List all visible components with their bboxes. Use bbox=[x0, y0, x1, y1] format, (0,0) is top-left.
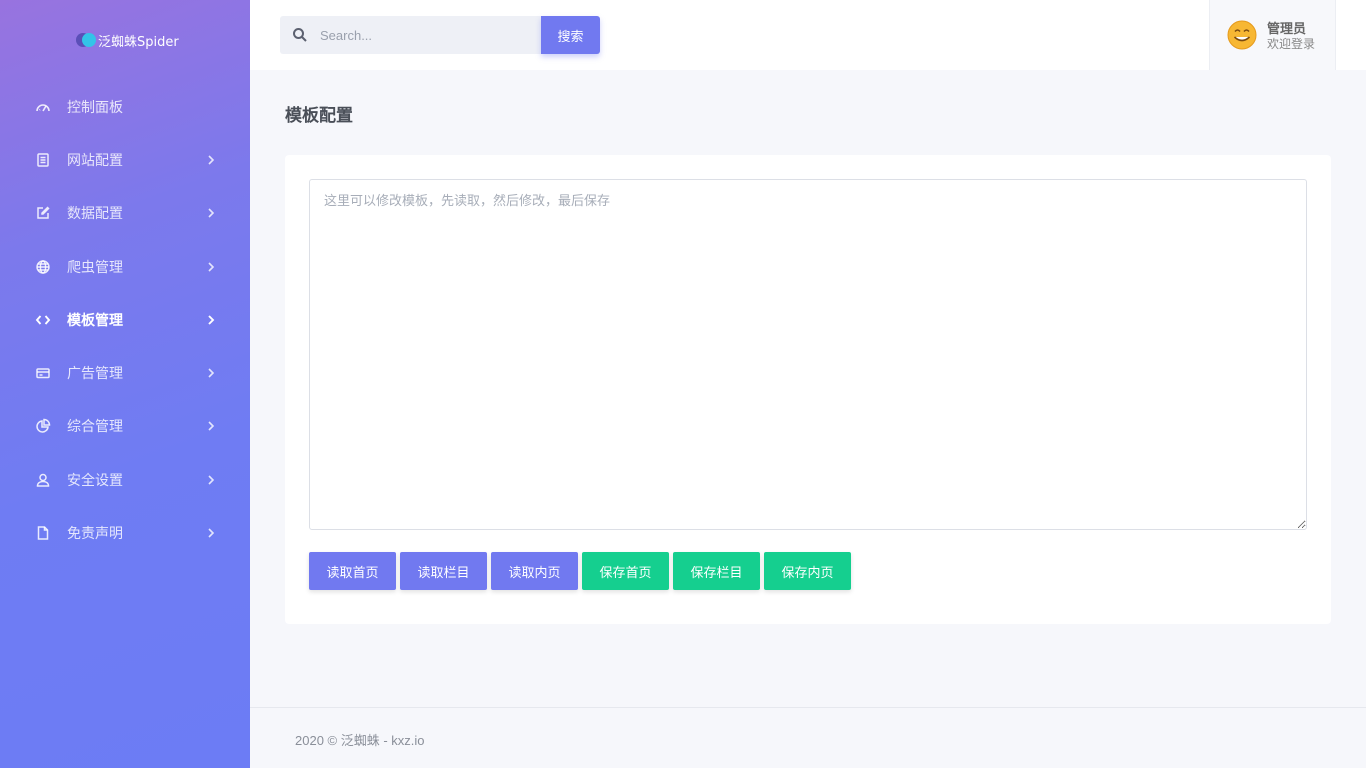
document-icon bbox=[35, 152, 51, 168]
sidebar-item-site-config[interactable]: 网站配置 bbox=[0, 133, 250, 186]
sidebar-item-crawler[interactable]: 爬虫管理 bbox=[0, 240, 250, 293]
sidebar-item-disclaimer[interactable]: 免责声明 bbox=[0, 506, 250, 559]
template-editor-card: 读取首页 读取栏目 读取内页 保存首页 保存栏目 保存内页 bbox=[285, 155, 1331, 624]
template-editor[interactable] bbox=[309, 179, 1307, 530]
search-box bbox=[280, 16, 541, 54]
search-button[interactable]: 搜索 bbox=[541, 16, 600, 54]
save-content-button[interactable]: 保存内页 bbox=[764, 552, 851, 590]
footer: 2020 © 泛蜘蛛 - kxz.io bbox=[250, 707, 1366, 768]
user-subtitle: 欢迎登录 bbox=[1267, 37, 1316, 51]
sidebar-nav: 控制面板 网站配置 数据配置 爬虫管理 模板管理 广告管理 综合管理 安全设置 … bbox=[0, 80, 250, 560]
save-column-button[interactable]: 保存栏目 bbox=[673, 552, 760, 590]
credit-card-icon bbox=[35, 365, 51, 381]
brand-name: 泛蜘蛛Spider bbox=[98, 34, 179, 50]
sidebar-item-security[interactable]: 安全设置 bbox=[0, 453, 250, 506]
dashboard-icon bbox=[35, 99, 51, 115]
read-content-button[interactable]: 读取内页 bbox=[491, 552, 578, 590]
action-buttons: 读取首页 读取栏目 读取内页 保存首页 保存栏目 保存内页 bbox=[309, 552, 855, 590]
chevron-right-icon bbox=[208, 155, 215, 165]
footer-text: 2020 © 泛蜘蛛 - kxz.io bbox=[295, 733, 425, 748]
sidebar-item-template[interactable]: 模板管理 bbox=[0, 293, 250, 346]
read-home-button[interactable]: 读取首页 bbox=[309, 552, 396, 590]
search-input[interactable] bbox=[320, 27, 530, 43]
user-icon bbox=[35, 472, 51, 488]
sidebar-item-ads[interactable]: 广告管理 bbox=[0, 346, 250, 399]
sidebar-item-general[interactable]: 综合管理 bbox=[0, 400, 250, 453]
chevron-right-icon bbox=[208, 528, 215, 538]
page-title: 模板配置 bbox=[285, 106, 353, 126]
sidebar-item-label: 网站配置 bbox=[67, 152, 123, 169]
sidebar-item-label: 安全设置 bbox=[67, 472, 123, 489]
sidebar-item-label: 广告管理 bbox=[67, 366, 123, 383]
sidebar-item-label: 数据配置 bbox=[67, 206, 123, 223]
top-bar: 搜索 管理员 欢迎登录 bbox=[250, 0, 1366, 70]
user-panel[interactable]: 管理员 欢迎登录 bbox=[1209, 0, 1336, 70]
code-icon bbox=[35, 312, 51, 328]
edit-icon bbox=[35, 205, 51, 221]
sidebar-item-label: 爬虫管理 bbox=[67, 259, 123, 276]
chevron-right-icon bbox=[208, 421, 215, 431]
sidebar-item-dashboard[interactable]: 控制面板 bbox=[0, 80, 250, 133]
brand-logo[interactable]: 泛蜘蛛Spider bbox=[76, 31, 179, 50]
sidebar: 泛蜘蛛Spider 控制面板 网站配置 数据配置 爬虫管理 模板管理 广告管理 … bbox=[0, 0, 250, 768]
chevron-right-icon bbox=[208, 261, 215, 272]
sidebar-item-data-config[interactable]: 数据配置 bbox=[0, 187, 250, 240]
chevron-right-icon bbox=[208, 315, 215, 325]
search-icon bbox=[280, 16, 320, 54]
file-icon bbox=[35, 525, 51, 541]
pie-chart-icon bbox=[35, 418, 51, 434]
chevron-right-icon bbox=[208, 475, 215, 485]
sidebar-item-label: 控制面板 bbox=[67, 99, 123, 116]
globe-icon bbox=[35, 259, 51, 275]
save-home-button[interactable]: 保存首页 bbox=[582, 552, 669, 590]
read-column-button[interactable]: 读取栏目 bbox=[400, 552, 487, 590]
chevron-right-icon bbox=[208, 368, 215, 378]
sidebar-item-label: 综合管理 bbox=[67, 419, 123, 436]
sidebar-item-label: 模板管理 bbox=[67, 312, 123, 329]
logo-icon bbox=[76, 33, 96, 47]
avatar bbox=[1227, 20, 1257, 50]
sidebar-item-label: 免责声明 bbox=[67, 526, 123, 543]
chevron-right-icon bbox=[208, 208, 215, 218]
